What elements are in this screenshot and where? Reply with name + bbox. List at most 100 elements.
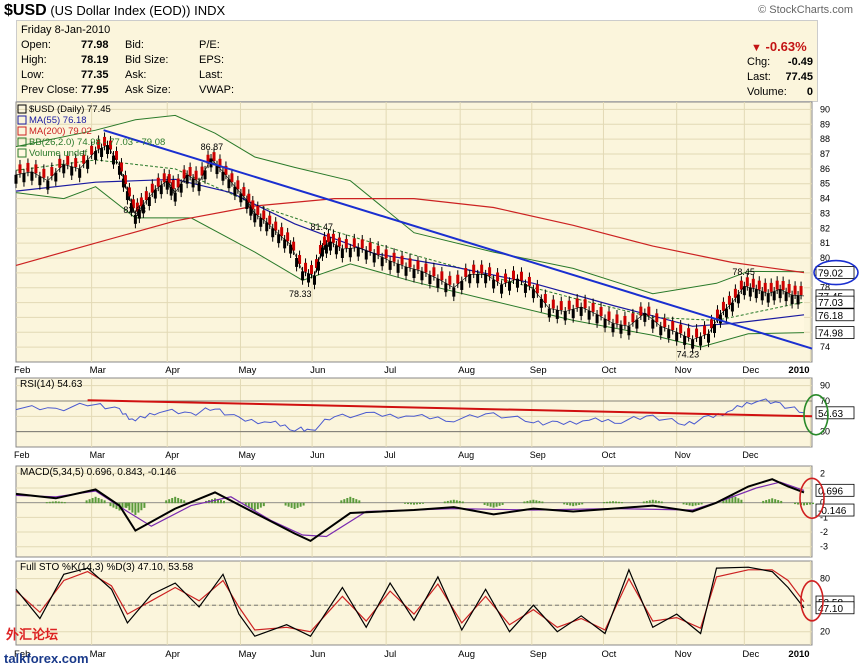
price-candle-body (368, 242, 372, 252)
price-candle-body (313, 275, 316, 285)
macd-histogram-bar (575, 502, 578, 506)
price-candle-body (504, 273, 508, 283)
price-candle-body (707, 333, 711, 343)
price-candle-body (74, 158, 78, 167)
price-candle-body (289, 244, 293, 254)
x-tick-label: Apr (165, 365, 180, 376)
price-candle-body (203, 170, 207, 180)
price-candle-body (523, 284, 527, 293)
macd-histogram-bar (57, 501, 60, 504)
x-tick-label: Aug (458, 450, 474, 460)
price-candle-body (348, 248, 352, 258)
macd-histogram-bar (452, 499, 455, 504)
x-tick-label: Jun (310, 450, 325, 460)
price-candle-body (799, 286, 803, 295)
price-candle-body (559, 301, 563, 310)
price-candle-body (364, 250, 368, 260)
price-candle-body (468, 274, 472, 284)
price-candle-body (436, 278, 440, 288)
price-candle-body (340, 249, 344, 258)
x-tick-label: May (238, 649, 256, 660)
price-candle-body (356, 247, 360, 257)
macd-histogram-bar (419, 502, 421, 505)
price-candle-body (651, 319, 655, 329)
macd-histogram-bar (740, 499, 743, 504)
price-candle-body (775, 280, 779, 290)
price-candle-body (757, 280, 761, 290)
macd-histogram-bar (612, 501, 614, 504)
price-candle-body (384, 249, 388, 259)
macd-histogram-bar (171, 497, 174, 504)
macd-histogram-bar (694, 502, 697, 506)
price-candle-body (623, 315, 627, 325)
macd-histogram-bar (177, 497, 180, 504)
price-candle-body (535, 284, 539, 294)
macd-histogram-bar (700, 502, 703, 505)
legend-entry: $USD (Daily) 77.45 (29, 104, 111, 115)
price-candle-body (787, 284, 791, 293)
macd-histogram-bar (100, 499, 103, 504)
watermark-site: talkforex.com (4, 651, 89, 666)
macd-histogram-bar (797, 502, 800, 505)
price-candle-body (772, 291, 776, 301)
price-candle-body (595, 314, 599, 324)
x-tick-label: Aug (458, 365, 475, 376)
macd-histogram-bar (691, 502, 694, 507)
price-candle-body (322, 236, 326, 246)
watermark-cn: 外汇论坛 (6, 627, 59, 642)
price-candle-body (683, 336, 687, 345)
price-candle-body (575, 298, 579, 308)
macd-histogram-bar (131, 502, 134, 513)
price-candle-body (748, 287, 752, 297)
panel-1-background (15, 377, 813, 448)
macd-histogram-bar (143, 502, 146, 508)
macd-histogram-bar (443, 501, 446, 504)
price-candle-body (259, 217, 263, 227)
price-right-label: 77.03 (818, 298, 843, 309)
macd-histogram-bar (606, 501, 608, 504)
price-candle-body (301, 271, 305, 281)
macd-histogram-bar (343, 499, 346, 504)
price-candle-body (687, 328, 691, 338)
macd-histogram-bar (134, 502, 137, 515)
macd-histogram-bar (563, 502, 566, 505)
price-candle-body (34, 164, 38, 174)
macd-histogram-bar (220, 500, 222, 504)
price-candle-body (404, 266, 408, 276)
macd-histogram-bar (809, 502, 812, 505)
macd-histogram-bar (287, 502, 290, 507)
macd-histogram-bar (340, 500, 343, 504)
macd-histogram-bar (293, 502, 296, 510)
y-tick-label: -2 (820, 527, 828, 537)
legend-entry: BB(26,2.0) 74.98 - 77.03 - 79.08 (29, 137, 165, 148)
price-annotation: 82.63 (123, 205, 146, 215)
x-tick-label: Aug (458, 649, 475, 660)
macd-histogram-bar (137, 502, 140, 513)
macd-histogram-bar (734, 496, 737, 504)
price-candle-body (197, 182, 201, 192)
price-candle-body (555, 310, 559, 319)
price-candle-body (337, 237, 341, 247)
price-candle-body (123, 175, 127, 185)
macd-histogram-bar (109, 502, 112, 507)
x-tick-label: Nov (675, 450, 692, 460)
rsi-right-label: 54.63 (818, 409, 843, 420)
price-candle-body (699, 336, 703, 346)
price-candle-body (38, 176, 42, 186)
price-candle-body (591, 302, 595, 312)
price-candle-body (388, 260, 392, 270)
price-candle-body (408, 258, 412, 268)
macd-histogram-bar (621, 502, 623, 504)
price-candle-body (432, 267, 436, 277)
price-candle-body (647, 306, 651, 316)
price-candle-body (212, 152, 216, 162)
price-candle-body (256, 206, 260, 215)
x-tick-label: Oct (601, 649, 616, 660)
macd-histogram-bar (259, 502, 262, 508)
price-candle-body (627, 326, 631, 336)
price-candle-body (326, 233, 330, 243)
macd-histogram-bar (60, 501, 63, 504)
price-candle-body (766, 293, 770, 303)
price-candle-body (667, 329, 671, 339)
price-candle-body (194, 170, 198, 180)
